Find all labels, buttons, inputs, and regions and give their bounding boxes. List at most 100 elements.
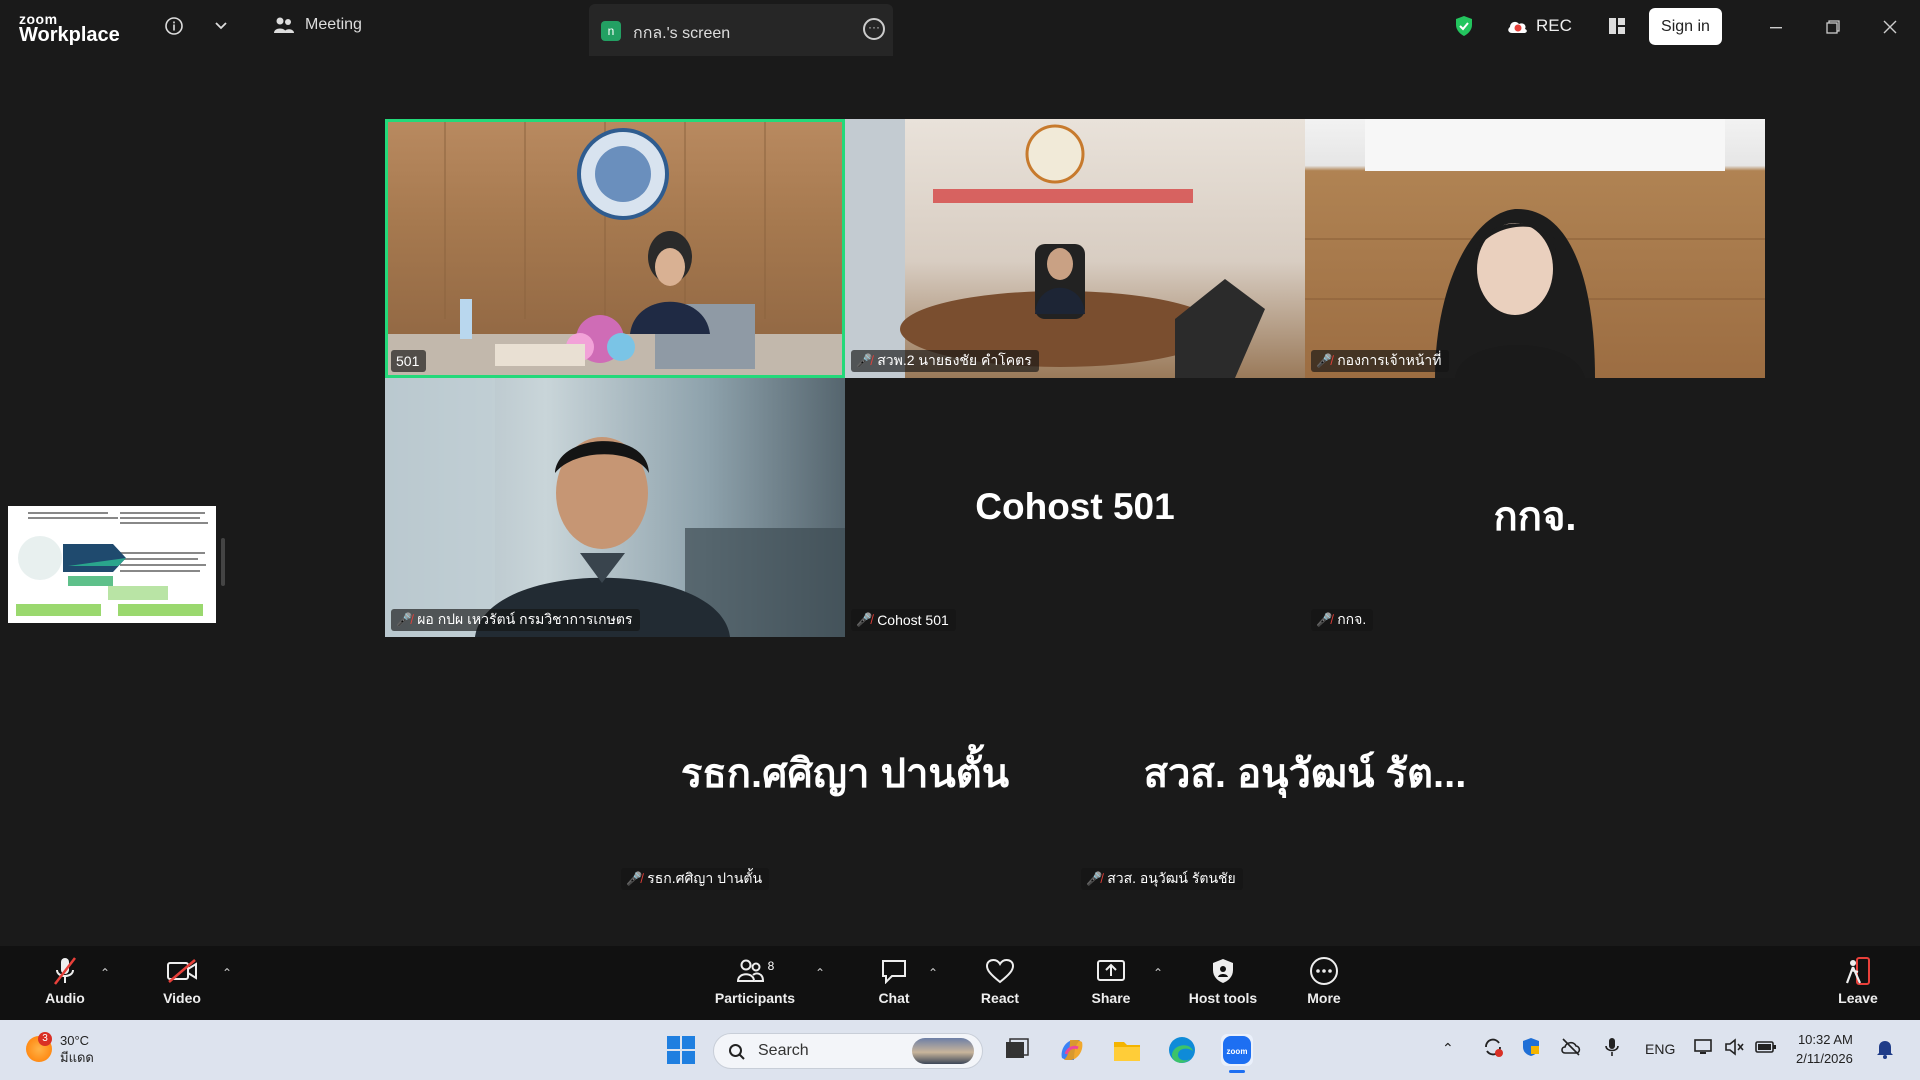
- input-language[interactable]: ENG: [1645, 1041, 1675, 1057]
- participant-name: กกจ.: [1337, 611, 1367, 627]
- mic-muted-icon: 🎤̸: [1316, 353, 1333, 368]
- react-label: React: [980, 990, 1020, 1006]
- share-screen-tab[interactable]: n กกล.'s screen ···: [589, 4, 893, 56]
- sync-icon[interactable]: [1482, 1036, 1504, 1061]
- title-bar: zoom Workplace Meeting n กกล.'s screen ·…: [0, 0, 1920, 56]
- active-app-indicator: [1229, 1070, 1245, 1073]
- taskbar-search[interactable]: Search: [713, 1033, 983, 1069]
- microphone-icon[interactable]: [1602, 1036, 1622, 1061]
- meeting-controls: Audio ⌃ Video ⌃ 8 Participants ⌃ Chat ⌃ …: [0, 946, 1920, 1020]
- meeting-label: Meeting: [305, 16, 362, 33]
- participant-name-tag: 🎤̸ ผอ กปผ เหวรัตน์ กรมวิชาการเกษตร: [391, 609, 640, 631]
- audio-button[interactable]: Audio: [20, 956, 110, 1006]
- weather-sun-icon: 3: [26, 1032, 52, 1062]
- security-shield-icon[interactable]: [1520, 1036, 1542, 1061]
- video-options-icon[interactable]: ⌃: [222, 966, 232, 980]
- meeting-stage: 501 🎤̸ สวพ.2 นายธงชัย คำโคตร 🎤̸ กองการเจ…: [0, 56, 1920, 946]
- host-tools-label: Host tools: [1188, 990, 1258, 1006]
- avatar-tile-participant[interactable]: กกจ. 🎤̸ กกจ.: [1305, 378, 1765, 637]
- share-button[interactable]: Share: [1066, 956, 1156, 1006]
- video-label: Video: [163, 990, 201, 1006]
- participants-options-icon[interactable]: ⌃: [815, 966, 825, 980]
- participant-name: Cohost 501: [877, 612, 949, 628]
- chat-options-icon[interactable]: ⌃: [928, 966, 938, 980]
- avatar-tile-participant[interactable]: สวส. อนุวัฒน์ รัต... 🎤̸ สวส. อนุวัฒน์ รั…: [1075, 637, 1535, 896]
- volume-muted-icon[interactable]: [1723, 1036, 1745, 1061]
- host-tools-button[interactable]: Host tools: [1178, 956, 1268, 1006]
- edge-browser-icon[interactable]: [1166, 1034, 1198, 1066]
- zoom-app-icon[interactable]: zoom: [1221, 1034, 1253, 1073]
- thumbnail-resize-handle[interactable]: [221, 538, 225, 586]
- participant-name-tag: 🎤̸ สวส. อนุวัฒน์ รัตนชัย: [1081, 868, 1243, 890]
- participant-display-name: กกจ.: [1493, 495, 1577, 539]
- participants-icon: 8: [730, 956, 780, 986]
- more-options-icon[interactable]: ···: [863, 18, 885, 40]
- chat-button[interactable]: Chat: [849, 956, 939, 1006]
- battery-icon[interactable]: [1754, 1036, 1778, 1061]
- copilot-icon[interactable]: [1056, 1034, 1088, 1066]
- participants-count: 8: [767, 959, 775, 973]
- audio-label: Audio: [45, 990, 85, 1006]
- layout-view-icon[interactable]: [1605, 14, 1629, 38]
- restore-icon[interactable]: [1819, 14, 1847, 42]
- zoom-logo: zoom Workplace: [19, 12, 120, 45]
- shield-check-icon[interactable]: [1452, 14, 1476, 38]
- share-tab-title: กกล.'s screen: [633, 25, 731, 42]
- participant-name: 501: [396, 353, 420, 369]
- windows-start-icon[interactable]: [665, 1034, 697, 1066]
- system-clock[interactable]: 10:32 AM 2/11/2026: [1796, 1030, 1853, 1068]
- video-feed: [845, 119, 1265, 378]
- info-icon[interactable]: [162, 14, 186, 38]
- participant-name: รธก.ศศิญา ปานตั้น: [647, 870, 763, 886]
- clock-time: 10:32 AM: [1797, 1032, 1853, 1047]
- leave-button[interactable]: Leave: [1813, 956, 1903, 1006]
- participant-name-tag: 🎤̸ สวพ.2 นายธงชัย คำโคตร: [851, 350, 1039, 372]
- notification-bell-icon[interactable]: [1875, 1038, 1895, 1063]
- weather-badge: 3: [38, 1032, 52, 1046]
- shield-icon: [1207, 956, 1239, 986]
- avatar-tile-participant[interactable]: รธก.ศศิญา ปานตั้น 🎤̸ รธก.ศศิญา ปานตั้น: [615, 637, 1075, 896]
- video-off-icon: [166, 956, 198, 986]
- participants-label: Participants: [714, 990, 796, 1006]
- share-options-icon[interactable]: ⌃: [1153, 966, 1163, 980]
- video-tile-participant[interactable]: 🎤̸ กองการเจ้าหน้าที่: [1305, 119, 1765, 378]
- more-button[interactable]: More: [1279, 956, 1369, 1006]
- minimize-icon[interactable]: [1762, 14, 1790, 42]
- weather-widget[interactable]: 3 30°C มีแดด: [26, 1032, 94, 1066]
- leave-label: Leave: [1838, 990, 1878, 1006]
- file-explorer-icon[interactable]: [1111, 1034, 1143, 1066]
- video-tile-501[interactable]: 501: [385, 119, 845, 378]
- audio-options-icon[interactable]: ⌃: [100, 966, 110, 980]
- svg-text:zoom: zoom: [1227, 1047, 1248, 1056]
- video-button[interactable]: Video: [137, 956, 227, 1006]
- search-highlight-image: [912, 1038, 974, 1064]
- mic-muted-icon: 🎤̸: [626, 871, 643, 886]
- close-icon[interactable]: [1876, 14, 1904, 42]
- participants-button[interactable]: 8 Participants: [710, 956, 800, 1006]
- chevron-down-icon[interactable]: [209, 14, 233, 38]
- show-hidden-icons[interactable]: ⌃: [1442, 1040, 1454, 1057]
- participant-name-tag: 🎤̸ Cohost 501: [851, 609, 956, 631]
- mic-muted-icon: 🎤̸: [856, 612, 873, 627]
- shared-screen-thumbnail[interactable]: [8, 506, 216, 623]
- participant-name-tag: 🎤̸ รธก.ศศิญา ปานตั้น: [621, 868, 770, 890]
- task-view-icon[interactable]: [1001, 1034, 1033, 1066]
- chat-label: Chat: [878, 990, 910, 1006]
- display-icon[interactable]: [1693, 1036, 1715, 1061]
- meeting-menu[interactable]: Meeting: [273, 16, 362, 34]
- recording-indicator[interactable]: REC: [1506, 16, 1572, 36]
- sign-in-button[interactable]: Sign in: [1649, 8, 1722, 45]
- cloud-offline-icon[interactable]: [1560, 1036, 1582, 1061]
- participant-display-name: Cohost 501: [975, 486, 1175, 527]
- avatar-tile-participant[interactable]: Cohost 501 🎤̸ Cohost 501: [845, 378, 1305, 637]
- participant-name: สวส. อนุวัฒน์ รัตนชัย: [1107, 870, 1236, 886]
- video-tile-participant[interactable]: 🎤̸ สวพ.2 นายธงชัย คำโคตร: [845, 119, 1305, 378]
- share-label: Share: [1091, 990, 1131, 1006]
- participant-name-tag: 501: [391, 350, 427, 372]
- participant-name: สวพ.2 นายธงชัย คำโคตร: [877, 352, 1032, 368]
- rec-label: REC: [1536, 16, 1572, 35]
- search-icon: [729, 1044, 745, 1060]
- video-tile-participant[interactable]: 🎤̸ ผอ กปผ เหวรัตน์ กรมวิชาการเกษตร: [385, 378, 845, 637]
- react-button[interactable]: React: [955, 956, 1045, 1006]
- mic-muted-icon: [49, 956, 81, 986]
